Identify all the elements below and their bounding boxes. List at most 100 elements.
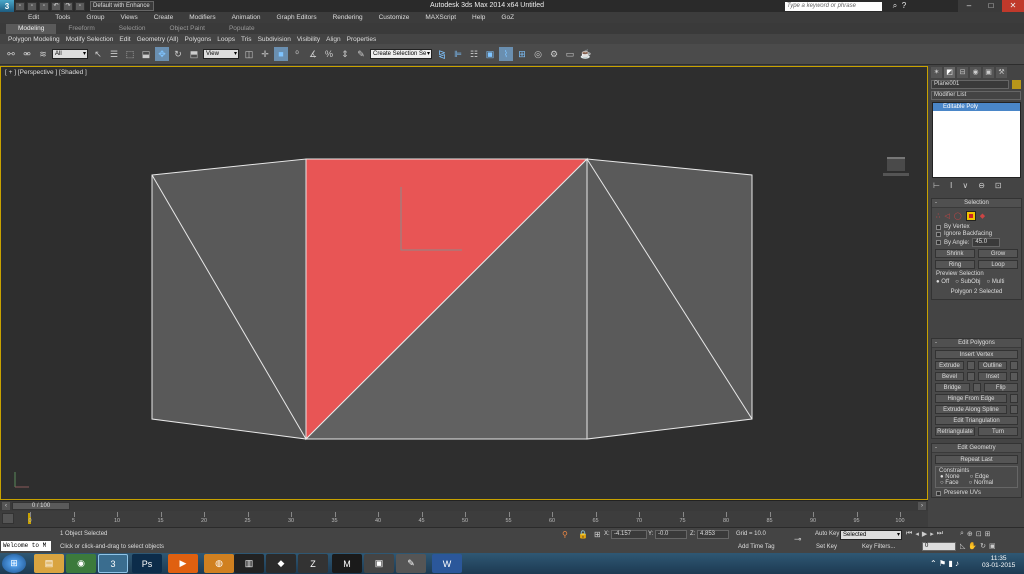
selection-lock-icon[interactable]: 🔒	[578, 530, 588, 539]
ribbon-geometry-all[interactable]: Geometry (All)	[137, 36, 179, 43]
go-to-start-icon[interactable]: ⏮	[906, 530, 912, 538]
chrome-icon[interactable]: ◉	[66, 554, 96, 573]
menu-customize[interactable]: Customize	[379, 14, 410, 21]
x-coord-field[interactable]: -4.157	[611, 530, 647, 539]
3ds-max-logo-icon[interactable]: 3	[0, 0, 14, 12]
workspace-dropdown[interactable]: Default with Enhance ▾	[90, 1, 154, 17]
ribbon-subdivision[interactable]: Subdivision	[258, 36, 291, 43]
time-slider[interactable]: ‹ 0 / 100 ›	[0, 500, 928, 511]
photoshop-icon[interactable]: Ps	[132, 554, 162, 573]
word-icon[interactable]: W	[432, 554, 462, 573]
snaps-toggle-icon[interactable]: ⁰	[290, 47, 304, 61]
tab-object-paint[interactable]: Object Paint	[158, 24, 217, 34]
undo-icon[interactable]: ↶	[51, 1, 61, 11]
next-frame-icon[interactable]: ▸	[930, 530, 934, 538]
viewcube-icon[interactable]	[883, 157, 909, 176]
menu-help[interactable]: Help	[472, 14, 485, 21]
menu-graph-editors[interactable]: Graph Editors	[277, 14, 317, 21]
clock[interactable]: 11:35 03-01-2015	[982, 555, 1015, 569]
percent-snap-icon[interactable]: %	[322, 47, 336, 61]
maxscript-listener[interactable]: Welcome to M	[1, 541, 51, 551]
pin-stack-icon[interactable]: ⊢	[933, 181, 940, 190]
bevel-button[interactable]: Bevel	[935, 372, 964, 381]
edit-geometry-header[interactable]: Edit Geometry	[932, 444, 1021, 453]
mini-curve-editor-icon[interactable]	[2, 513, 14, 524]
folder-icon[interactable]: ▤	[34, 554, 64, 573]
preview-off-radio[interactable]: ● Off	[936, 279, 949, 285]
loop-button[interactable]: Loop	[978, 260, 1018, 269]
vertex-level-icon[interactable]: ∴	[936, 212, 940, 220]
modifier-list-dropdown[interactable]: Modifier List	[931, 91, 1021, 100]
select-and-move-icon[interactable]: ✥	[155, 47, 169, 61]
menu-group[interactable]: Group	[86, 14, 104, 21]
help-search-input[interactable]: Type a keyword or phrase	[785, 2, 882, 11]
ribbon-polygons[interactable]: Polygons	[185, 36, 212, 43]
menu-create[interactable]: Create	[154, 14, 174, 21]
zoom-all-icon[interactable]: ⊕	[967, 530, 973, 538]
preview-multi-radio[interactable]: ○ Multi	[987, 279, 1005, 285]
display-tab-icon[interactable]: ▣	[983, 66, 994, 78]
flip-button[interactable]: Flip	[983, 383, 1018, 392]
angle-snap-icon[interactable]: ∡	[306, 47, 320, 61]
pivot-center-icon[interactable]: ◫	[242, 47, 256, 61]
hinge-settings-button[interactable]	[1010, 394, 1018, 403]
unlink-icon[interactable]: ⚮	[20, 47, 34, 61]
remove-modifier-icon[interactable]: ⊖	[978, 181, 985, 190]
edit-triangulation-button[interactable]: Edit Triangulation	[935, 416, 1018, 425]
by-vertex-checkbox[interactable]: By Vertex	[936, 224, 1017, 230]
firefox-icon[interactable]: ◍	[204, 554, 234, 573]
menu-edit[interactable]: Edit	[28, 14, 39, 21]
constraint-normal-radio[interactable]: ○ Normal	[969, 480, 994, 486]
key-mode-dropdown[interactable]: Selected	[840, 530, 902, 540]
ribbon-align[interactable]: Align	[326, 36, 340, 43]
tab-selection[interactable]: Selection	[107, 24, 158, 34]
add-time-tag[interactable]: Add Time Tag	[738, 544, 775, 550]
extrude-button[interactable]: Extrude	[935, 361, 964, 370]
stack-item-editable-poly[interactable]: Editable Poly	[933, 103, 1020, 111]
render-production-icon[interactable]: ☕	[579, 47, 593, 61]
hierarchy-tab-icon[interactable]: ⊟	[957, 66, 968, 78]
tab-populate[interactable]: Populate	[217, 24, 267, 34]
mudbox-icon[interactable]: M	[332, 554, 362, 573]
bind-space-warp-icon[interactable]: ≋	[36, 47, 50, 61]
absolute-mode-icon[interactable]: ⊞	[594, 530, 601, 539]
graphite-toolbox-icon[interactable]: ▣	[483, 47, 497, 61]
previous-frame-icon[interactable]: ◂	[915, 530, 919, 538]
inset-settings-button[interactable]	[1010, 372, 1018, 381]
rendered-frame-window-icon[interactable]: ▭	[563, 47, 577, 61]
constraint-face-radio[interactable]: ○ Face	[940, 480, 959, 486]
project-folder-icon[interactable]: ▫	[75, 1, 85, 11]
menu-goz[interactable]: GoZ	[501, 14, 514, 21]
edit-polygons-header[interactable]: Edit Polygons	[932, 339, 1021, 348]
select-and-rotate-icon[interactable]: ↻	[171, 47, 185, 61]
by-angle-input[interactable]: 45.0	[972, 238, 1001, 247]
minimize-icon[interactable]: –	[958, 0, 980, 12]
layer-explorer-icon[interactable]: ☷	[467, 47, 481, 61]
perspective-viewport[interactable]: [ + ] [Perspective ] [Shaded ]	[0, 66, 928, 500]
tray-icons[interactable]: ⌃ ⚑ ▮ ♪	[930, 559, 959, 568]
menu-rendering[interactable]: Rendering	[333, 14, 363, 21]
insert-vertex-button[interactable]: Insert Vertex	[935, 350, 1018, 359]
after-effects-icon[interactable]: ▣	[364, 554, 394, 573]
inset-button[interactable]: Inset	[978, 372, 1007, 381]
mirror-icon[interactable]: ⧎	[435, 47, 449, 61]
menu-animation[interactable]: Animation	[232, 14, 261, 21]
zoom-extents-all-icon[interactable]: ⊞	[985, 530, 991, 538]
ignore-backfacing-checkbox[interactable]: Ignore Backfacing	[936, 231, 1017, 237]
isolate-selection-icon[interactable]: ⚲	[562, 530, 568, 539]
selection-rollout-header[interactable]: Selection	[932, 199, 1021, 208]
close-icon[interactable]: ✕	[1002, 0, 1024, 12]
bridge-settings-button[interactable]	[972, 383, 981, 392]
utilities-tab-icon[interactable]: ⚒	[996, 66, 1007, 78]
turn-button[interactable]: Turn	[978, 427, 1018, 436]
create-tab-icon[interactable]: ✶	[931, 66, 942, 78]
outline-button[interactable]: Outline	[978, 361, 1007, 370]
retriangulate-button[interactable]: Retriangulate	[935, 427, 975, 436]
zoom-extents-icon[interactable]: ⊡	[976, 530, 982, 538]
field-of-view-icon[interactable]: ◺	[960, 542, 965, 550]
shrink-button[interactable]: Shrink	[935, 249, 975, 258]
3dsmax-icon[interactable]: 3	[98, 554, 128, 573]
ribbon-tris[interactable]: Tris	[241, 36, 252, 43]
edit-named-selection-icon[interactable]: ✎	[354, 47, 368, 61]
make-unique-icon[interactable]: ∨	[962, 181, 968, 190]
